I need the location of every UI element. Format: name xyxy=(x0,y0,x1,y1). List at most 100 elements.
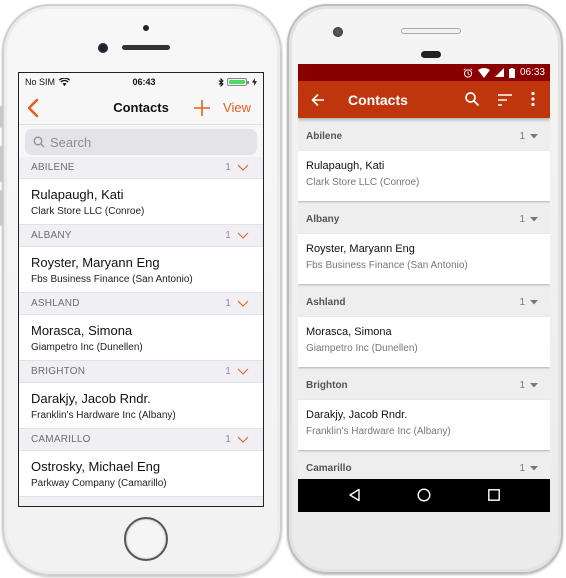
contacts-list: Abilene 1 Rulapaugh, Kati Clark Store LL… xyxy=(298,118,550,483)
android-toolbar: Contacts xyxy=(298,81,550,118)
chevron-down-icon[interactable] xyxy=(237,164,249,171)
section-header[interactable]: Abilene 1 xyxy=(298,122,550,151)
section-city: CAMARILLO xyxy=(31,434,91,445)
home-button[interactable] xyxy=(124,517,168,561)
android-navigation-bar xyxy=(298,479,550,512)
proximity-sensor xyxy=(143,25,149,31)
nav-home-icon[interactable] xyxy=(417,488,431,502)
nav-back-icon[interactable] xyxy=(348,488,362,502)
dropdown-arrow-icon[interactable] xyxy=(530,134,538,139)
section-count: 1 xyxy=(225,298,231,309)
sort-icon[interactable] xyxy=(497,92,513,108)
contact-card[interactable]: Darakjy, Jacob Rndr. Franklin's Hardware… xyxy=(298,400,550,450)
view-button[interactable]: View xyxy=(223,100,251,115)
section-city: Camarillo xyxy=(306,463,352,474)
next-section-peek xyxy=(19,497,263,506)
contact-name: Ostrosky, Michael Eng xyxy=(31,459,161,474)
section-count: 1 xyxy=(519,297,525,308)
chevron-left-icon[interactable] xyxy=(25,97,43,119)
contact-card[interactable]: Morasca, Simona Giampetro Inc (Dunellen) xyxy=(298,317,550,367)
alarm-icon xyxy=(463,67,473,78)
chevron-down-icon[interactable] xyxy=(237,232,249,239)
arrow-left-icon[interactable] xyxy=(310,92,326,108)
section-city: Brighton xyxy=(306,380,348,391)
section-count: 1 xyxy=(225,162,231,173)
dropdown-arrow-icon[interactable] xyxy=(530,300,538,305)
section-count: 1 xyxy=(225,230,231,241)
contact-company: Clark Store LLC (Conroe) xyxy=(31,206,145,217)
contact-card[interactable]: Royster, Maryann Eng Fbs Business Financ… xyxy=(298,234,550,284)
section-header[interactable]: ABILENE 1 xyxy=(19,157,263,179)
section-header[interactable]: Ashland 1 xyxy=(298,288,550,317)
section-header[interactable]: BRIGHTON 1 xyxy=(19,361,263,383)
search-bar xyxy=(19,125,263,157)
contact-company: Parkway Company (Camarillo) xyxy=(31,478,167,489)
search-input[interactable] xyxy=(50,134,230,150)
section-city: BRIGHTON xyxy=(31,366,86,377)
section-count: 1 xyxy=(225,434,231,445)
volume-down-button xyxy=(0,190,3,226)
section-count: 1 xyxy=(519,214,525,225)
dropdown-arrow-icon[interactable] xyxy=(530,383,538,388)
contact-company: Giampetro Inc (Dunellen) xyxy=(306,343,418,354)
ios-navigation-bar: Contacts View xyxy=(19,91,263,125)
contact-name: Rulapaugh, Kati xyxy=(306,160,385,172)
chevron-down-icon[interactable] xyxy=(237,300,249,307)
section-count: 1 xyxy=(519,131,525,142)
contact-row[interactable]: Ostrosky, Michael Eng Parkway Company (C… xyxy=(19,451,263,497)
nav-recents-icon[interactable] xyxy=(487,488,501,502)
section-city: ASHLAND xyxy=(31,298,80,309)
charging-icon xyxy=(251,78,257,86)
android-screen: 06:33 Contacts Abilene 1 Rulapaugh, Kati xyxy=(298,64,550,512)
page-title: Contacts xyxy=(348,92,408,108)
section-city: Albany xyxy=(306,214,340,225)
chevron-down-icon[interactable] xyxy=(237,436,249,443)
chevron-down-icon[interactable] xyxy=(237,368,249,375)
section-count: 1 xyxy=(519,380,525,391)
contact-company: Giampetro Inc (Dunellen) xyxy=(31,342,143,353)
section-header[interactable]: Brighton 1 xyxy=(298,371,550,400)
section-header[interactable]: ALBANY 1 xyxy=(19,225,263,247)
contact-company: Franklin's Hardware Inc (Albany) xyxy=(306,426,451,437)
search-icon[interactable] xyxy=(464,91,480,107)
wifi-icon xyxy=(477,67,490,78)
earpiece-speaker xyxy=(401,28,461,34)
android-status-bar: 06:33 xyxy=(298,64,550,81)
contact-row[interactable]: Rulapaugh, Kati Clark Store LLC (Conroe) xyxy=(19,179,263,225)
section-city: ABILENE xyxy=(31,162,75,173)
contact-row[interactable]: Morasca, Simona Giampetro Inc (Dunellen) xyxy=(19,315,263,361)
more-vert-icon[interactable] xyxy=(528,91,538,107)
earpiece-speaker xyxy=(122,45,170,50)
section-city: Abilene xyxy=(306,131,343,142)
section-header[interactable]: ASHLAND 1 xyxy=(19,293,263,315)
section-header[interactable]: Albany 1 xyxy=(298,205,550,234)
contact-card[interactable]: Rulapaugh, Kati Clark Store LLC (Conroe) xyxy=(298,151,550,201)
ios-screen: No SIM 06:43 Contacts View Search ABILEN… xyxy=(18,72,264,507)
section-count: 1 xyxy=(519,463,525,474)
dropdown-arrow-icon[interactable] xyxy=(530,466,538,471)
volume-up-button xyxy=(0,146,3,182)
contact-company: Fbs Business Finance (San Antonio) xyxy=(31,274,193,285)
mute-switch xyxy=(0,106,3,128)
contact-company: Franklin's Hardware Inc (Albany) xyxy=(31,410,176,421)
section-city: ALBANY xyxy=(31,230,72,241)
dropdown-arrow-icon[interactable] xyxy=(530,217,538,222)
battery-icon xyxy=(508,67,515,78)
carrier-label: No SIM xyxy=(25,77,56,87)
contact-row[interactable]: Darakjy, Jacob Rndr. Franklin's Hardware… xyxy=(19,383,263,429)
contact-row[interactable]: Royster, Maryann Eng Fbs Business Financ… xyxy=(19,247,263,293)
ios-status-bar: No SIM 06:43 xyxy=(19,73,263,91)
contacts-list: ABILENE 1 Rulapaugh, Kati Clark Store LL… xyxy=(19,157,263,506)
section-city: Ashland xyxy=(306,297,346,308)
section-header[interactable]: CAMARILLO 1 xyxy=(19,429,263,451)
wifi-icon xyxy=(59,78,71,86)
front-camera xyxy=(333,27,343,37)
front-camera xyxy=(98,43,108,53)
contact-company: Fbs Business Finance (San Antonio) xyxy=(306,260,468,271)
contact-name: Darakjy, Jacob Rndr. xyxy=(306,409,408,421)
android-clock: 06:33 xyxy=(519,67,545,78)
contact-name: Darakjy, Jacob Rndr. xyxy=(31,391,151,406)
contact-name: Morasca, Simona xyxy=(31,323,133,338)
contact-name: Royster, Maryann Eng xyxy=(306,243,415,255)
plus-icon[interactable] xyxy=(193,99,211,117)
